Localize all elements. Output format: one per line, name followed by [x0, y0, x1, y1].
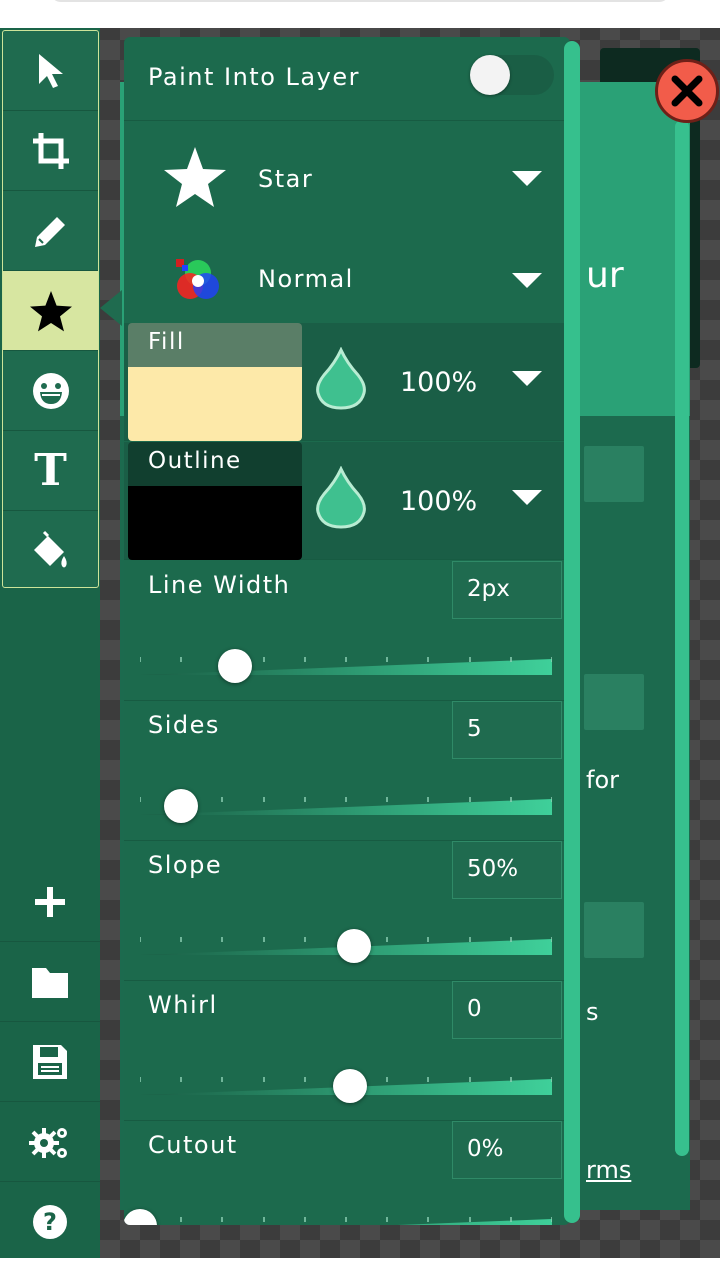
star-icon — [164, 147, 226, 207]
shape-type-label: Star — [258, 165, 314, 193]
slider-thumb[interactable] — [124, 1209, 157, 1225]
slope-slider[interactable] — [140, 929, 552, 963]
background-dialog-scrollbar[interactable] — [675, 120, 689, 1156]
background-dialog-title-fragment: ur — [586, 255, 624, 296]
sides-slider[interactable] — [140, 789, 552, 823]
cutout-row: Cutout 0% — [124, 1121, 564, 1225]
paint-into-layer-toggle[interactable] — [470, 55, 554, 95]
close-button[interactable] — [655, 59, 719, 123]
slider-track-graphic — [140, 1217, 552, 1225]
background-dialog-field[interactable] — [584, 446, 644, 502]
tool-select[interactable] — [3, 31, 98, 111]
panel-pointer — [100, 290, 122, 326]
help-icon: ? — [33, 1205, 67, 1239]
bottom-edge — [0, 1258, 720, 1264]
slider-track-graphic — [140, 797, 552, 815]
panel-scrollbar[interactable] — [564, 41, 580, 1223]
cutout-label: Cutout — [148, 1131, 238, 1159]
outline-color — [128, 486, 302, 560]
slider-thumb[interactable] — [337, 929, 372, 963]
background-dialog-text-fragment: s — [586, 998, 599, 1026]
drawing-tool-group: T — [2, 30, 99, 588]
fill-color-swatch[interactable]: Fill — [128, 323, 302, 441]
slope-row: Slope 50% — [124, 841, 564, 981]
slider-thumb[interactable] — [217, 649, 252, 683]
whirl-row: Whirl 0 — [124, 981, 564, 1121]
whirl-slider[interactable] — [140, 1069, 552, 1103]
outline-label: Outline — [128, 442, 302, 486]
tool-emoji[interactable] — [3, 351, 98, 431]
tool-text[interactable]: T — [3, 431, 98, 511]
background-dialog-text-fragment: for — [586, 766, 619, 794]
select-arrow-icon — [38, 53, 63, 88]
close-icon — [671, 75, 703, 107]
star-icon — [29, 290, 72, 331]
chevron-down-icon[interactable] — [512, 371, 542, 386]
background-dialog-field[interactable] — [584, 902, 644, 958]
folder-icon — [32, 967, 68, 998]
opacity-drop-icon — [316, 347, 366, 410]
background-dialog-terms-link[interactable]: rms — [586, 1156, 631, 1184]
cutout-input[interactable]: 0% — [452, 1121, 562, 1179]
sides-input[interactable]: 5 — [452, 701, 562, 759]
toggle-knob — [470, 55, 510, 95]
add-button[interactable] — [0, 862, 100, 942]
whirl-input[interactable]: 0 — [452, 981, 562, 1039]
open-button[interactable] — [0, 942, 100, 1022]
slope-label: Slope — [148, 851, 223, 879]
slider-thumb[interactable] — [333, 1069, 368, 1103]
add-icon — [35, 886, 65, 917]
tool-fill[interactable] — [3, 511, 98, 591]
line-width-row: Line Width 2px — [124, 561, 564, 701]
cutout-slider[interactable] — [124, 1209, 552, 1225]
paint-into-layer-label: Paint Into Layer — [148, 63, 360, 91]
opacity-drop-icon — [316, 466, 366, 529]
shape-type-dropdown[interactable]: Star — [124, 121, 564, 223]
line-width-slider[interactable] — [140, 649, 552, 683]
outline-color-swatch[interactable]: Outline — [128, 442, 302, 560]
settings-icon — [29, 1127, 67, 1158]
outline-opacity-value[interactable]: 100% — [400, 486, 477, 517]
tool-shape[interactable] — [3, 271, 98, 351]
settings-button[interactable] — [0, 1102, 100, 1182]
blend-mode-label: Normal — [258, 265, 354, 293]
chevron-down-icon — [512, 273, 542, 288]
text-icon: T — [34, 445, 67, 496]
blend-mode-dropdown[interactable]: Normal — [124, 223, 564, 323]
fill-opacity-value[interactable]: 100% — [400, 367, 477, 398]
chevron-down-icon — [512, 171, 542, 186]
slider-thumb[interactable] — [164, 789, 199, 823]
outline-row: Outline 100% — [124, 442, 564, 560]
color-blend-icon — [176, 259, 219, 299]
pencil-icon — [34, 216, 65, 247]
emoji-icon — [32, 372, 69, 409]
help-button[interactable]: ? — [0, 1182, 100, 1262]
line-width-label: Line Width — [148, 571, 291, 599]
line-width-input[interactable]: 2px — [452, 561, 562, 619]
crop-icon — [32, 132, 69, 169]
fill-label: Fill — [128, 323, 302, 367]
whirl-label: Whirl — [148, 991, 218, 1019]
address-bar[interactable] — [50, 0, 670, 2]
left-toolbar: T ? — [0, 28, 100, 1258]
chevron-down-icon[interactable] — [512, 490, 542, 505]
sides-row: Sides 5 — [124, 701, 564, 841]
save-icon — [33, 1044, 67, 1079]
sides-label: Sides — [148, 711, 220, 739]
slider-track-graphic — [140, 657, 552, 675]
slope-input[interactable]: 50% — [452, 841, 562, 899]
fill-color — [128, 367, 302, 441]
browser-top-bar — [0, 0, 720, 28]
save-button[interactable] — [0, 1022, 100, 1102]
fill-row: Fill 100% — [124, 323, 564, 441]
tool-pencil[interactable] — [3, 191, 98, 271]
paint-into-layer-row: Paint Into Layer — [124, 37, 564, 121]
tool-crop[interactable] — [3, 111, 98, 191]
paint-bucket-icon — [33, 530, 67, 568]
background-dialog-field[interactable] — [584, 674, 644, 730]
shape-options-panel: Paint Into Layer Star Normal Fill 100% O… — [124, 37, 570, 1225]
